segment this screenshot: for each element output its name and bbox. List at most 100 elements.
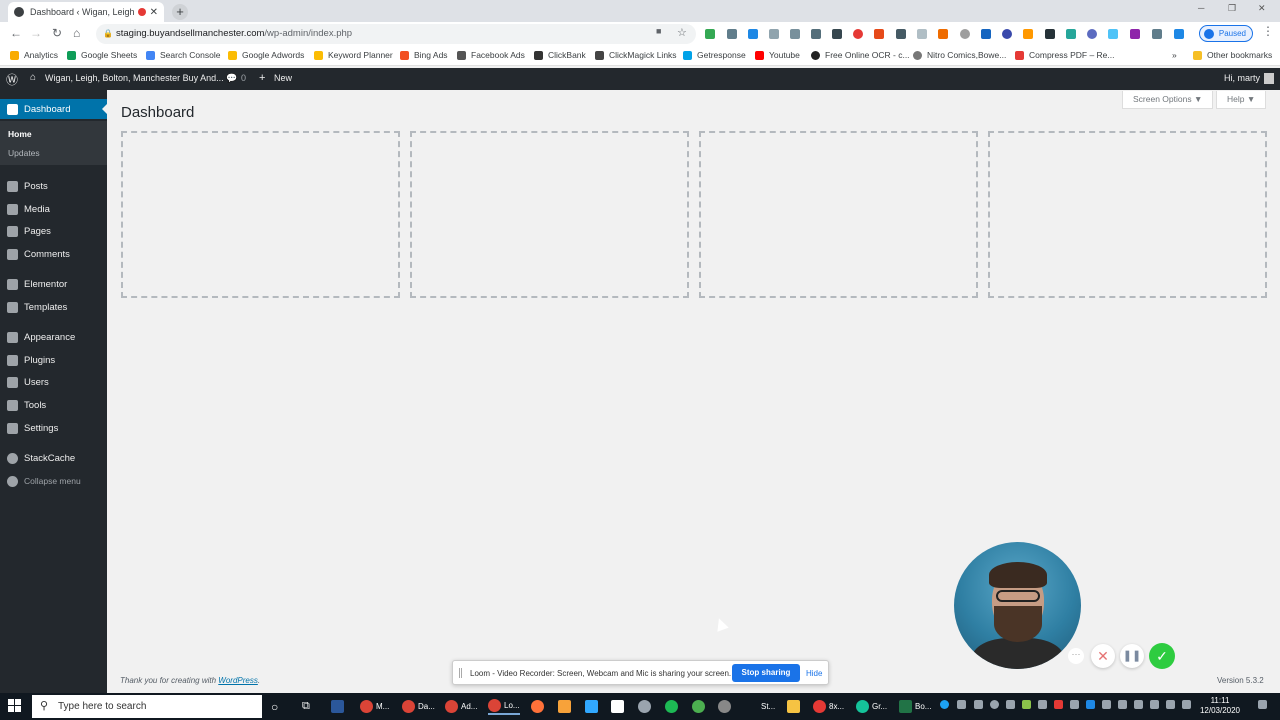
extension-icon[interactable] <box>790 29 800 39</box>
bookmark-google-sheets[interactable]: Google Sheets <box>67 50 137 60</box>
network-icon[interactable] <box>1182 700 1191 709</box>
tray-icon[interactable] <box>1150 700 1159 709</box>
taskbar-app[interactable]: Lo... <box>488 698 520 715</box>
collapse-menu-button[interactable]: Collapse menu <box>0 471 107 491</box>
sidebar-item-templates[interactable]: Templates <box>0 297 107 317</box>
pause-icon[interactable]: ❚❚ <box>1120 644 1144 668</box>
submenu-home[interactable]: Home <box>8 129 32 139</box>
app-icon[interactable] <box>692 698 708 715</box>
taskbar-app[interactable]: Gr... <box>856 698 887 715</box>
extension-icon[interactable] <box>748 29 758 39</box>
sidebar-item-posts[interactable]: Posts <box>0 176 107 196</box>
browser-tab[interactable]: Dashboard ‹ Wigan, Leigh, B... ✕ <box>8 2 164 22</box>
app-icon[interactable] <box>611 698 627 715</box>
bookmark-other-bookmarks[interactable]: Other bookmarks <box>1193 50 1272 60</box>
volume-icon[interactable] <box>1166 700 1175 709</box>
tray-icon[interactable] <box>1102 700 1111 709</box>
more-options-icon[interactable]: ··· <box>1068 648 1084 664</box>
wordpress-logo-icon[interactable]: Ⓦ <box>6 71 18 88</box>
home-icon[interactable]: ⌂ <box>73 26 80 40</box>
extension-icon[interactable] <box>1130 29 1140 39</box>
bookmark-youtube[interactable]: Youtube <box>755 50 800 60</box>
app-icon[interactable] <box>638 698 654 715</box>
firefox-icon[interactable] <box>531 698 547 715</box>
bookmark-clickmagick[interactable]: ClickMagick Links <box>595 50 677 60</box>
sidebar-item-appearance[interactable]: Appearance <box>0 327 107 347</box>
skype-icon[interactable] <box>940 700 949 709</box>
avatar[interactable] <box>1264 73 1274 84</box>
tray-icon[interactable] <box>974 700 983 709</box>
stop-sharing-button[interactable]: Stop sharing <box>732 664 800 682</box>
taskbar-app[interactable]: M... <box>360 698 389 715</box>
git-icon[interactable] <box>718 698 734 715</box>
chrome-menu-icon[interactable]: ⋮ <box>1262 24 1274 38</box>
download-icon[interactable] <box>1174 29 1184 39</box>
bookmark-free-online-ocr[interactable]: Free Online OCR - c... <box>811 50 910 60</box>
cortana-icon[interactable]: ○ <box>271 698 278 715</box>
taskbar-app[interactable]: Bo... <box>899 698 931 715</box>
extension-icon[interactable] <box>896 29 906 39</box>
submenu-updates[interactable]: Updates <box>8 148 40 158</box>
tray-icon[interactable] <box>1006 700 1015 709</box>
tray-icon[interactable] <box>1118 700 1127 709</box>
webcam-bubble[interactable] <box>954 542 1081 669</box>
camera-icon[interactable]: ■ <box>656 26 661 36</box>
bookmark-analytics[interactable]: Analytics <box>10 50 58 60</box>
bookmark-compress-pdf[interactable]: Compress PDF – Re... <box>1015 50 1115 60</box>
tab-close-icon[interactable]: ✕ <box>150 7 158 18</box>
bookmark-getresponse[interactable]: Getresponse <box>683 50 746 60</box>
extension-icon[interactable] <box>811 29 821 39</box>
photoshop-icon[interactable] <box>585 698 601 715</box>
extension-icon[interactable] <box>1045 29 1055 39</box>
tray-icon[interactable] <box>990 700 999 709</box>
forward-icon[interactable]: → <box>30 26 42 40</box>
finish-recording-icon[interactable]: ✓ <box>1149 643 1175 669</box>
sidebar-item-media[interactable]: Media <box>0 199 107 219</box>
restore-icon[interactable]: ❐ <box>1228 3 1236 14</box>
reload-icon[interactable]: ↻ <box>52 26 62 40</box>
bookmarks-overflow-icon[interactable]: » <box>1172 50 1177 60</box>
window-close-icon[interactable]: ✕ <box>1258 3 1266 14</box>
tray-icon[interactable] <box>1038 700 1047 709</box>
spotify-icon[interactable] <box>665 698 681 715</box>
tray-icon[interactable] <box>1054 700 1063 709</box>
windows-start-icon[interactable] <box>8 699 22 713</box>
extension-icon[interactable] <box>1023 29 1033 39</box>
minimize-icon[interactable]: ─ <box>1198 3 1204 13</box>
drag-handle-icon[interactable] <box>459 668 462 678</box>
notifications-icon[interactable] <box>1258 700 1267 709</box>
sidebar-item-users[interactable]: Users <box>0 372 107 392</box>
extension-icon[interactable] <box>917 29 927 39</box>
taskbar-clock[interactable]: 11:11 12/03/2020 <box>1195 696 1245 716</box>
wordpress-link[interactable]: WordPress <box>218 676 258 685</box>
extension-icon[interactable] <box>769 29 779 39</box>
extension-icon[interactable] <box>705 29 715 39</box>
extension-icon[interactable] <box>1152 29 1162 39</box>
extension-icon[interactable] <box>874 29 884 39</box>
taskbar-app[interactable]: St... <box>761 698 775 715</box>
sidebar-item-dashboard[interactable]: Dashboard <box>0 99 107 119</box>
new-tab-button[interactable]: + <box>172 4 188 20</box>
taskbar-app[interactable]: 8x... <box>813 698 844 715</box>
new-content-link[interactable]: New <box>274 73 292 83</box>
bookmark-star-icon[interactable]: ☆ <box>677 26 687 39</box>
bookmark-bing-ads[interactable]: Bing Ads <box>400 50 448 60</box>
tray-icon[interactable] <box>957 700 966 709</box>
extension-icon[interactable] <box>727 29 737 39</box>
tray-icon[interactable] <box>1134 700 1143 709</box>
extension-icon[interactable] <box>1002 29 1012 39</box>
profile-paused-button[interactable]: Paused <box>1199 25 1253 42</box>
bookmark-clickbank[interactable]: ClickBank <box>534 50 586 60</box>
taskbar-app[interactable]: Ad... <box>445 698 477 715</box>
user-greeting[interactable]: Hi, marty <box>1224 73 1260 83</box>
file-explorer-icon[interactable] <box>787 698 803 715</box>
back-icon[interactable]: ← <box>10 26 22 40</box>
comments-count[interactable]: 0 <box>241 73 246 83</box>
taskbar-search-input[interactable]: ⚲ Type here to search <box>32 695 262 718</box>
bookmark-search-console[interactable]: Search Console <box>146 50 220 60</box>
sidebar-item-stackcache[interactable]: StackCache <box>0 448 107 468</box>
extension-icon[interactable] <box>1108 29 1118 39</box>
taskbar-app[interactable]: Da... <box>402 698 435 715</box>
extension-icon[interactable] <box>1066 29 1076 39</box>
bookmark-google-adwords[interactable]: Google Adwords <box>228 50 304 60</box>
